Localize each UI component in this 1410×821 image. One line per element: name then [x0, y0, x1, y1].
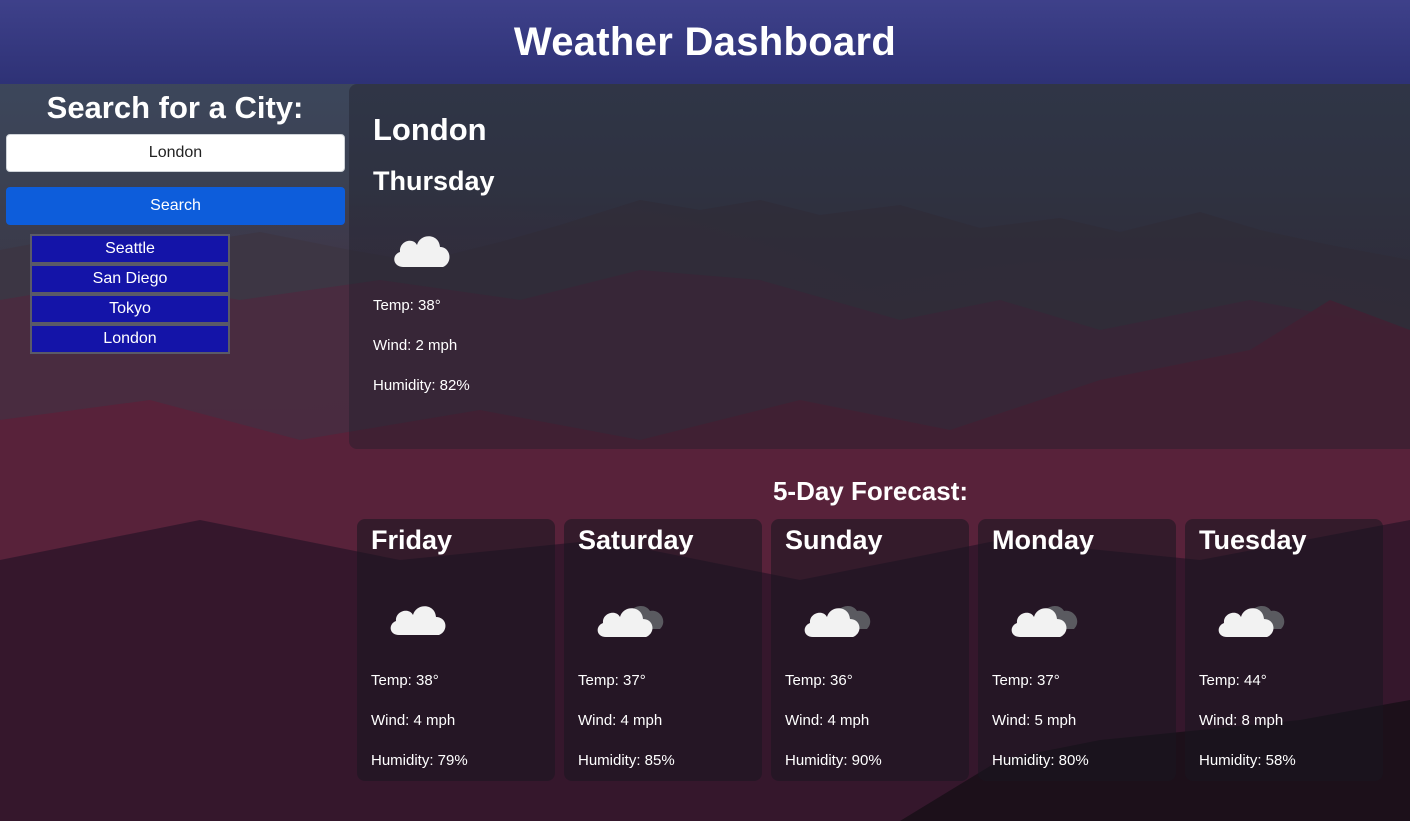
search-button[interactable]: Search — [6, 187, 345, 225]
forecast-row: Friday Temp: 38° Wind: 4 mph Humidity: 7… — [357, 519, 1383, 781]
history-item-san-diego[interactable]: San Diego — [30, 264, 230, 294]
forecast-title: 5-Day Forecast: — [772, 476, 969, 506]
city-search-input[interactable] — [6, 134, 345, 172]
broken-clouds-icon — [1008, 591, 1088, 641]
broken-clouds-icon — [594, 591, 674, 641]
forecast-temp: Temp: 44° — [1199, 672, 1267, 689]
current-temp: Temp: 38° — [373, 297, 441, 314]
cloud-icon — [389, 223, 459, 273]
forecast-card: Tuesday Temp: 44° Wind: 8 mph Humidity: … — [1185, 519, 1383, 781]
current-day: Thursday — [373, 166, 495, 196]
forecast-day: Saturday — [578, 525, 694, 555]
forecast-temp: Temp: 37° — [992, 672, 1060, 689]
history-item-tokyo[interactable]: Tokyo — [30, 294, 230, 324]
forecast-day: Sunday — [785, 525, 883, 555]
forecast-humidity: Humidity: 85% — [578, 752, 675, 769]
forecast-day: Friday — [371, 525, 453, 555]
current-weather-panel: London Thursday Temp: 38° Wind: 2 mph Hu… — [349, 84, 1410, 449]
forecast-wind: Wind: 4 mph — [785, 712, 870, 729]
forecast-humidity: Humidity: 58% — [1199, 752, 1296, 769]
forecast-card: Monday Temp: 37° Wind: 5 mph Humidity: 8… — [978, 519, 1176, 781]
history-item-seattle[interactable]: Seattle — [30, 234, 230, 264]
current-stats: Temp: 38° Wind: 2 mph Humidity: 82% — [373, 286, 1410, 406]
forecast-wind: Wind: 8 mph — [1199, 712, 1284, 729]
forecast-card: Sunday Temp: 36° Wind: 4 mph Humidity: 9… — [771, 519, 969, 781]
forecast-day: Monday — [992, 525, 1095, 555]
forecast-humidity: Humidity: 79% — [371, 752, 468, 769]
broken-clouds-icon — [1215, 591, 1295, 641]
search-sidebar: Search for a City: Search Seattle San Di… — [0, 84, 350, 354]
search-heading: Search for a City: — [46, 90, 304, 125]
forecast-wind: Wind: 5 mph — [992, 712, 1077, 729]
current-humidity: Humidity: 82% — [373, 377, 470, 394]
current-wind: Wind: 2 mph — [373, 337, 458, 354]
forecast-card: Friday Temp: 38° Wind: 4 mph Humidity: 7… — [357, 519, 555, 781]
forecast-temp: Temp: 37° — [578, 672, 646, 689]
forecast-wind: Wind: 4 mph — [371, 712, 456, 729]
page-title: Weather Dashboard — [513, 19, 897, 64]
forecast-day: Tuesday — [1199, 525, 1307, 555]
forecast-card: Saturday Temp: 37° Wind: 4 mph Humidity:… — [564, 519, 762, 781]
forecast-humidity: Humidity: 90% — [785, 752, 882, 769]
cloud-icon — [387, 591, 467, 641]
broken-clouds-icon — [801, 591, 881, 641]
forecast-humidity: Humidity: 80% — [992, 752, 1089, 769]
forecast-wind: Wind: 4 mph — [578, 712, 663, 729]
search-history-list: Seattle San Diego Tokyo London — [30, 234, 230, 354]
current-city: London — [373, 112, 487, 147]
forecast-temp: Temp: 36° — [785, 672, 853, 689]
history-item-london[interactable]: London — [30, 324, 230, 354]
page-header: Weather Dashboard — [0, 0, 1410, 84]
forecast-temp: Temp: 38° — [371, 672, 439, 689]
